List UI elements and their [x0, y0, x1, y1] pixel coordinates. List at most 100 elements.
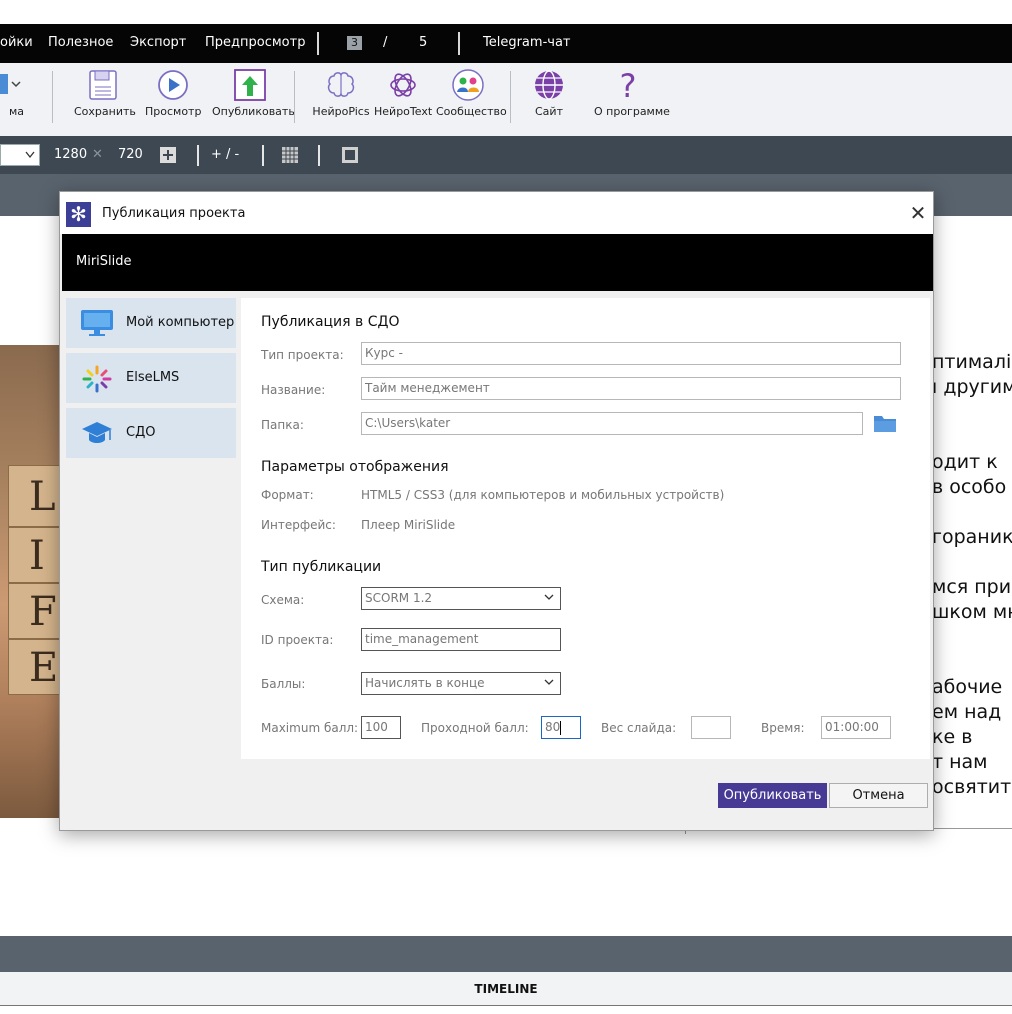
neuropics-button[interactable]: НейроPics — [312, 68, 370, 118]
slide-text-line: ı другим — [932, 376, 1012, 398]
grid-icon[interactable] — [282, 147, 298, 163]
save-icon — [89, 70, 117, 100]
film-icon[interactable] — [342, 147, 358, 163]
play-icon — [158, 70, 188, 100]
question-icon: ? — [620, 68, 637, 102]
project-type-label: Тип проекта: — [261, 348, 344, 362]
nav-item-label: СДО — [126, 425, 156, 440]
project-type-field[interactable]: Курс - — [361, 342, 901, 365]
slide-weight-field[interactable] — [691, 716, 731, 739]
project-id-field[interactable]: time_management — [361, 628, 561, 651]
scheme-select-value: SCORM 1.2 — [365, 591, 433, 605]
cancel-button[interactable]: Отмена — [829, 783, 928, 808]
menu-separator — [458, 32, 460, 55]
display-params-heading: Параметры отображения — [261, 459, 449, 475]
photo-letter: I — [29, 533, 45, 579]
menu-bar: ойки Полезное Экспорт Предпросмотр 3 / 5… — [0, 24, 1012, 63]
globe-icon — [535, 70, 563, 100]
slide-size-select[interactable] — [0, 144, 40, 166]
menu-item-useful[interactable]: Полезное — [48, 35, 113, 50]
chevron-down-icon — [25, 151, 35, 159]
chevron-down-icon — [544, 594, 554, 600]
toolbar-separator — [294, 71, 295, 123]
upload-icon — [234, 69, 266, 101]
neurotext-button[interactable]: НейроText — [374, 68, 432, 118]
preview-label: Просмотр — [145, 105, 202, 118]
slide-text-block[interactable]: птималі ı другим одит к в особо гораник … — [932, 345, 1012, 815]
menu-item-preview[interactable]: Предпросмотр — [205, 35, 305, 50]
site-label: Сайт — [535, 105, 563, 118]
about-button[interactable]: ? О программе — [594, 68, 670, 118]
slide-text-line: одит к — [932, 451, 998, 473]
nav-item-my-computer[interactable]: Мой компьютер — [66, 298, 236, 348]
slide-photo[interactable]: L I F E — [0, 345, 62, 818]
slide-text-line: ем над — [932, 701, 1002, 723]
nav-item-elselms[interactable]: ElseLMS — [66, 353, 236, 403]
add-size-icon[interactable] — [160, 147, 176, 163]
photo-letter: E — [29, 645, 59, 691]
size-bar: 1280 ✕ 720 + / - — [0, 136, 1012, 174]
score-select[interactable]: Начислять в конце — [361, 672, 561, 695]
scheme-select[interactable]: SCORM 1.2 — [361, 587, 561, 610]
time-label: Время: — [761, 721, 805, 735]
community-button[interactable]: Сообщество — [436, 68, 507, 118]
slide-width-value[interactable]: 1280 — [54, 147, 87, 162]
nav-item-lms[interactable]: СДО — [66, 408, 236, 458]
telegram-chat-link[interactable]: Telegram-чат — [483, 35, 570, 50]
top-strip — [0, 0, 1012, 24]
slide-height-value[interactable]: 720 — [118, 147, 143, 162]
format-label: Формат: — [261, 488, 314, 502]
toolbar-separator — [510, 71, 511, 123]
photo-letter: L — [29, 474, 56, 520]
dialog-title-bar[interactable]: ✻ Публикация проекта ✕ — [60, 192, 933, 234]
graduation-cap-icon — [82, 422, 112, 443]
max-score-field[interactable]: 100 — [361, 716, 401, 739]
publish-toolbar-label: Опубликовать — [212, 105, 295, 118]
photo-block: I — [8, 527, 62, 583]
menu-item-export[interactable]: Экспорт — [130, 35, 186, 50]
size-separator — [262, 145, 264, 166]
site-button[interactable]: Сайт — [532, 68, 566, 118]
publish-button[interactable]: Опубликовать — [718, 783, 827, 808]
preview-button[interactable]: Просмотр — [145, 68, 201, 118]
publish-toolbar-button[interactable]: Опубликовать — [212, 68, 295, 118]
slide-text-line: ке в — [932, 726, 973, 748]
folder-field[interactable]: C:\Users\kater — [361, 412, 863, 435]
close-icon[interactable]: ✕ — [907, 202, 929, 224]
pass-score-label: Проходной балл: — [421, 721, 529, 735]
page-total: 5 — [419, 35, 428, 50]
page-current-field[interactable]: 3 — [347, 36, 362, 50]
timeline-splitter[interactable] — [0, 936, 1012, 972]
svg-text:?: ? — [620, 68, 637, 102]
menu-item-settings[interactable]: ойки — [0, 35, 33, 50]
theme-label: ма — [8, 105, 24, 118]
slide-text-line: в особо — [932, 476, 1007, 498]
slide-weight-label: Вес слайда: — [601, 721, 677, 735]
photo-block: E — [8, 639, 62, 695]
score-label: Баллы: — [261, 677, 306, 691]
publish-dialog: ✻ Публикация проекта ✕ MiriSlide Мой ком… — [59, 191, 934, 831]
nav-item-label: ElseLMS — [126, 370, 180, 385]
name-field[interactable]: Тайм менеджемент — [361, 377, 901, 400]
interface-label: Интерфейс: — [261, 518, 336, 532]
timeline-header[interactable]: TIMELINE — [0, 972, 1012, 1006]
toolbar: ма Сохранить Просмотр Опубликовать Нейро… — [0, 63, 1012, 136]
size-separator — [197, 145, 199, 166]
text-caret — [560, 720, 562, 735]
chevron-down-icon — [544, 679, 554, 685]
folder-icon[interactable] — [873, 413, 897, 433]
pass-score-field[interactable]: 80 — [541, 716, 581, 739]
ai-knot-icon — [390, 73, 416, 97]
theme-button[interactable]: ма — [0, 68, 24, 118]
times-icon: ✕ — [92, 147, 103, 162]
lms-settings-panel: Публикация в СДО Тип проекта: Курс - Наз… — [241, 298, 930, 759]
menu-separator — [317, 32, 319, 55]
save-button[interactable]: Сохранить — [74, 68, 136, 118]
zoom-control[interactable]: + / - — [211, 147, 239, 162]
time-field[interactable]: 01:00:00 — [821, 716, 891, 739]
community-icon — [452, 69, 484, 101]
nav-item-label: Мой компьютер — [126, 315, 235, 330]
slide-text-line: освятит — [932, 776, 1012, 798]
save-label: Сохранить — [74, 105, 136, 118]
folder-label: Папка: — [261, 418, 304, 432]
